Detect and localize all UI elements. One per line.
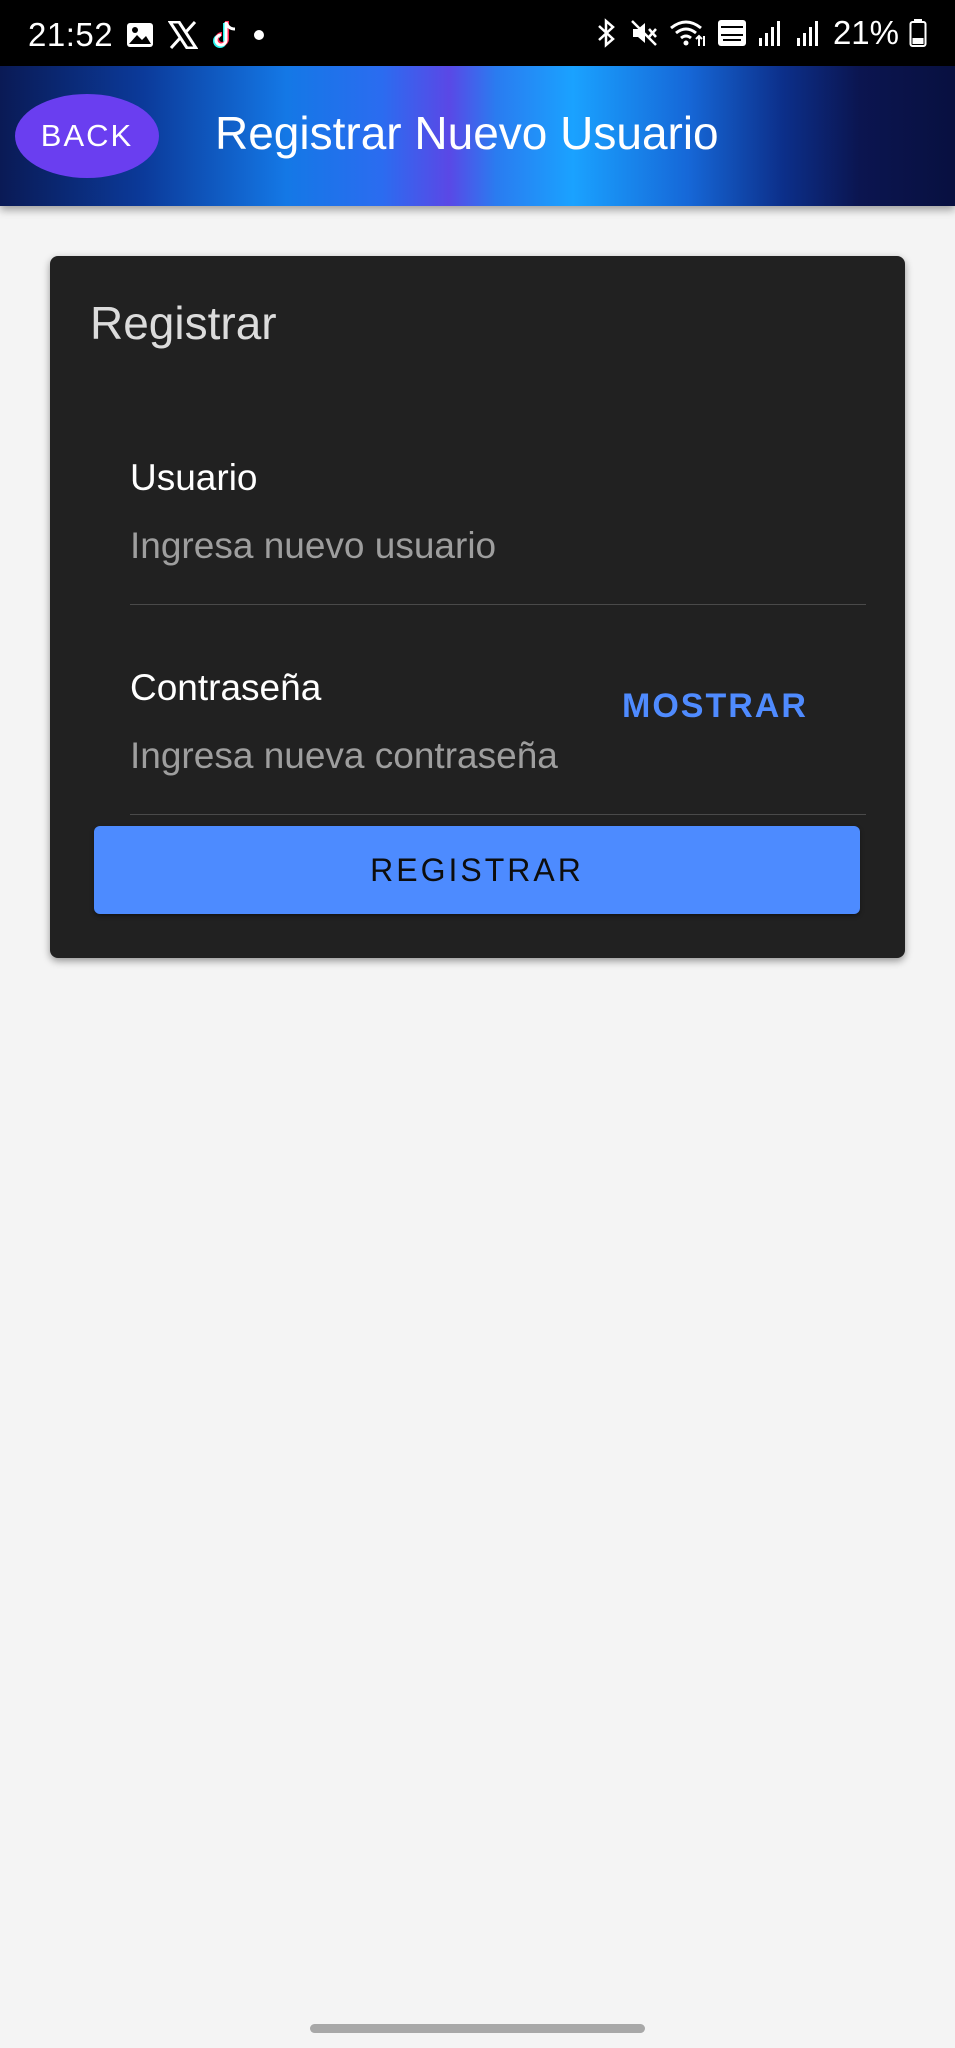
username-input[interactable] — [130, 524, 860, 569]
register-button[interactable]: REGISTRAR — [94, 826, 860, 914]
password-label: Contraseña — [130, 667, 322, 708]
battery-percent: 21% — [832, 14, 899, 51]
show-password-button[interactable]: MOSTRAR — [616, 686, 814, 727]
wifi-icon — [669, 18, 707, 48]
gallery-icon — [126, 22, 154, 48]
app-bar: BACK Registrar Nuevo Usuario — [0, 66, 955, 206]
register-card: Registrar Usuario Contraseña MOSTRAR REG… — [50, 256, 905, 958]
signal-icon — [757, 18, 785, 48]
mute-icon — [629, 18, 659, 48]
username-underline — [130, 604, 866, 605]
card-title: Registrar — [90, 297, 277, 349]
back-button[interactable]: BACK — [15, 94, 159, 178]
notification-dot-icon — [252, 28, 266, 42]
status-time: 21:52 — [28, 16, 114, 53]
status-right-icons: 21% — [595, 16, 927, 49]
tiktok-icon — [212, 20, 238, 50]
battery-icon — [909, 18, 927, 48]
password-input[interactable] — [130, 734, 560, 779]
volte-icon — [717, 18, 747, 48]
status-bar: 21:52 21% — [0, 0, 955, 66]
page-title: Registrar Nuevo Usuario — [215, 107, 719, 159]
home-indicator[interactable] — [310, 2024, 645, 2033]
password-underline — [130, 814, 866, 815]
username-label: Usuario — [130, 457, 258, 498]
x-logo-icon — [168, 21, 198, 49]
signal-icon — [795, 18, 823, 48]
status-left-icons — [126, 20, 266, 50]
bluetooth-icon — [595, 17, 619, 48]
